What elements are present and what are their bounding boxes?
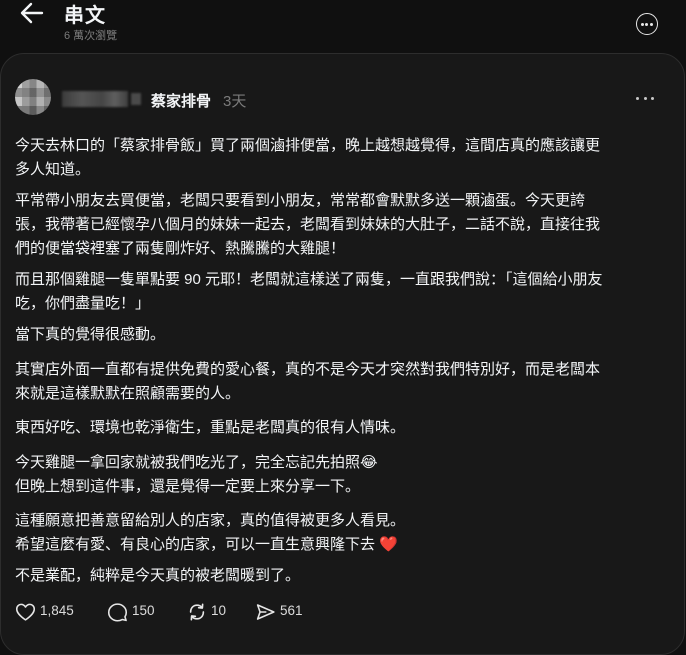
page-title: 串文 (64, 5, 106, 27)
blurred-username-suffix (131, 93, 141, 105)
post-time: 3天 (223, 93, 247, 110)
comment-button[interactable]: 150 (107, 601, 163, 623)
share-button[interactable]: 561 (255, 601, 311, 623)
view-count: 6 萬次瀏覽 (64, 30, 118, 42)
post-paragraph: 平常帶小朋友去買便當，老闆只要看到小朋友，常常都會默默多送一顆滷蛋。今天更誇 張… (15, 192, 601, 257)
post-paragraph: 東西好吃、環境也乾淨衛生，重點是老闆真的很有人情味。 (15, 419, 406, 436)
post-author[interactable]: 蔡家排骨 (151, 90, 211, 111)
post-paragraph: 這種願意把善意留給別人的店家，真的值得被更多人看見。 希望這麼有愛、有良心的店家… (15, 512, 406, 553)
blurred-username (62, 91, 128, 107)
repost-icon (189, 603, 205, 621)
like-button[interactable]: 1,845 (15, 601, 79, 623)
top-header: 串文 6 萬次瀏覽 (0, 0, 686, 46)
post-paragraph: 而且那個雞腿一隻單點要 90 元耶！老闆就這樣送了兩隻，一直跟我們說：「這個給小… (15, 271, 603, 312)
more-options-icon[interactable] (636, 13, 658, 35)
post-paragraph: 今天雞腿一拿回家就被我們吃光了，完全忘記先拍照😂 但晚上想到這件事，還是覺得一定… (15, 454, 378, 495)
repost-button[interactable]: 10 (186, 601, 236, 623)
back-arrow-icon[interactable] (19, 0, 45, 26)
post-paragraph: 不是業配，純粹是今天真的被老闆暖到了。 (15, 567, 301, 584)
post-paragraph: 其實店外面一直都有提供免費的愛心餐，真的不是今天才突然對我們特別好，而是老闆本 … (15, 361, 601, 402)
comment-bubble-icon (107, 603, 128, 622)
post-paragraph: 今天去林口的「蔡家排骨飯」買了兩個滷排便當，晚上越想越覺得，這間店真的應該讓更 … (15, 137, 601, 178)
send-icon (256, 604, 275, 620)
post-paragraph: 當下真的覺得很感動。 (15, 326, 166, 343)
repost-count: 10 (211, 603, 227, 618)
like-count: 1,845 (40, 603, 74, 618)
avatar[interactable] (15, 79, 51, 115)
share-count: 561 (280, 603, 303, 618)
post-more-icon[interactable] (634, 95, 656, 103)
post-actions: 1,845 150 10 561 (15, 601, 335, 623)
comment-count: 150 (132, 603, 155, 618)
heart-icon (15, 603, 36, 621)
